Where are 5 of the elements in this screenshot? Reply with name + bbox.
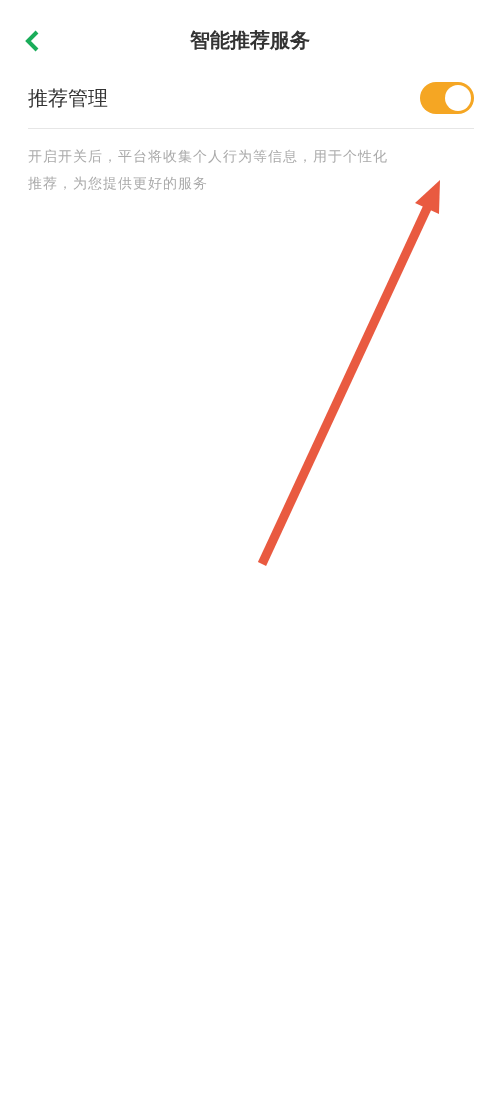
back-icon bbox=[24, 30, 40, 52]
setting-label: 推荐管理 bbox=[28, 84, 108, 112]
page-title: 智能推荐服务 bbox=[190, 26, 310, 54]
toggle-switch[interactable] bbox=[420, 82, 474, 114]
description-text: 开启开关后，平台将收集个人行为等信息，用于个性化推荐，为您提供更好的服务 bbox=[28, 147, 388, 193]
